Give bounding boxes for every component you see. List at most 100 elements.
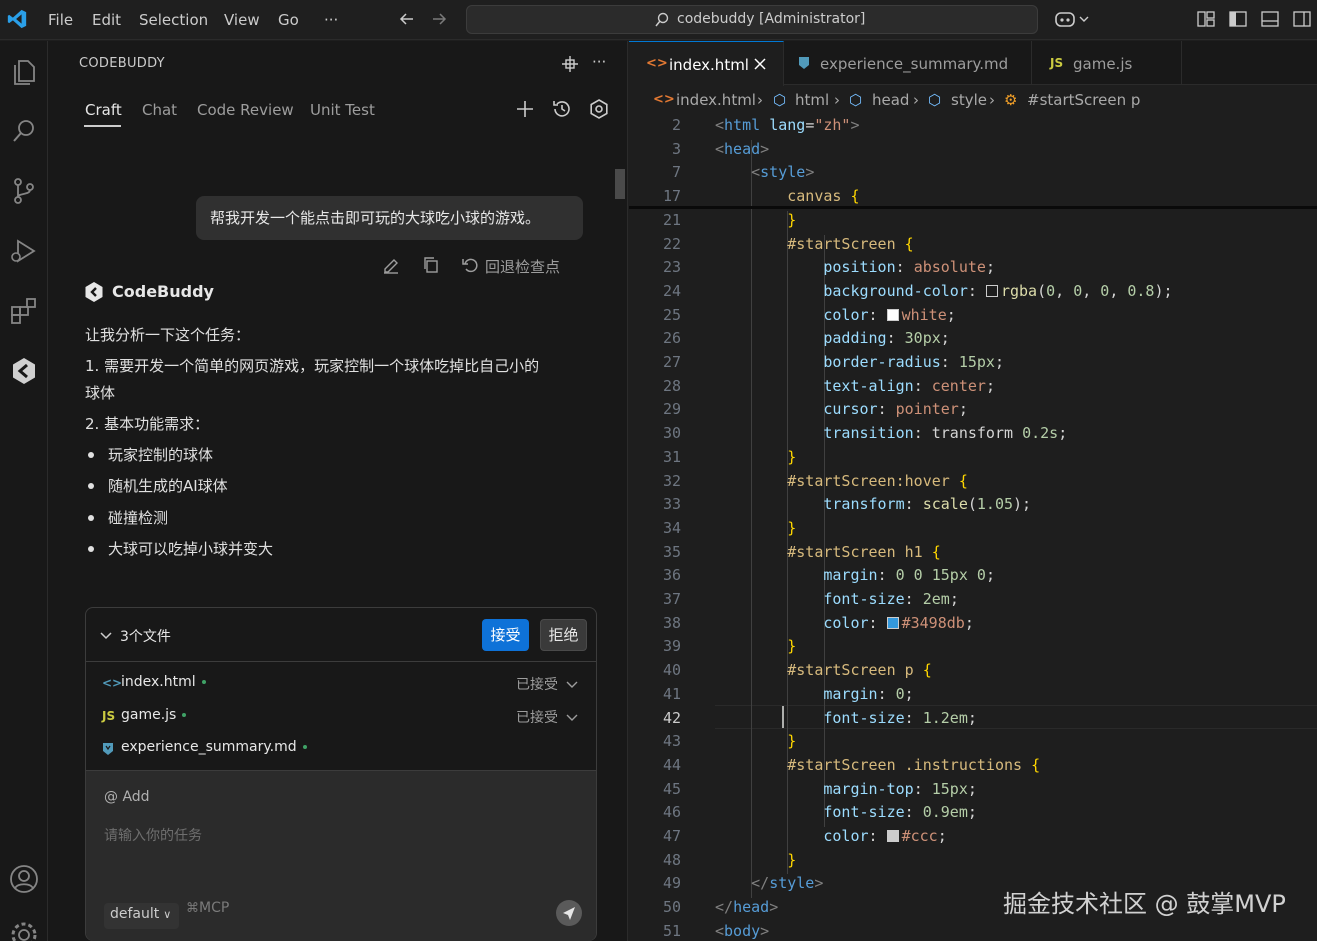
run-debug-icon[interactable] bbox=[8, 235, 40, 267]
line-number: 30 bbox=[662, 424, 681, 443]
line-number: 37 bbox=[662, 590, 681, 608]
codebuddy-panel: CODEBUDDY ··· Craft Chat Code Review Uni… bbox=[48, 41, 628, 941]
chevron-down-icon[interactable] bbox=[566, 679, 578, 691]
command-center[interactable]: codebuddy [Administrator] bbox=[466, 5, 1038, 34]
chevron-down-icon[interactable] bbox=[99, 629, 113, 643]
line-number: 48 bbox=[662, 850, 681, 869]
code-editor[interactable]: <html lang="zh"> <head> <style> canvas { … bbox=[629, 112, 1317, 941]
html-file-icon: <> bbox=[102, 676, 123, 690]
settings-gear-icon[interactable] bbox=[8, 919, 40, 941]
files-count-label: 3个文件 bbox=[120, 629, 171, 645]
accept-all-button[interactable]: 接受 bbox=[482, 619, 529, 651]
copy-message-icon[interactable] bbox=[421, 255, 441, 275]
code-line: cursor: pointer; bbox=[823, 400, 968, 419]
color-swatch[interactable] bbox=[886, 308, 899, 321]
toggle-primary-sidebar-icon[interactable] bbox=[1228, 9, 1248, 29]
line-number: 31 bbox=[662, 447, 681, 466]
text-cursor bbox=[782, 706, 784, 728]
tab-craft-underline bbox=[84, 125, 121, 127]
changed-files-header[interactable]: 3个文件 接受 拒绝 bbox=[86, 608, 596, 662]
chevron-right-icon: › bbox=[989, 91, 995, 109]
color-swatch[interactable] bbox=[886, 830, 899, 842]
tab-code-review[interactable]: Code Review bbox=[197, 101, 294, 119]
line-number: 7 bbox=[671, 163, 681, 182]
history-icon[interactable] bbox=[551, 98, 573, 120]
breadcrumb-item[interactable]: head bbox=[872, 91, 909, 109]
tab-chat[interactable]: Chat bbox=[142, 101, 177, 119]
line-number: 46 bbox=[662, 803, 681, 822]
close-icon[interactable] bbox=[753, 57, 767, 71]
code-line: text-align: center; bbox=[823, 376, 995, 395]
extensions-icon[interactable] bbox=[8, 295, 40, 327]
code-line: } bbox=[787, 447, 797, 466]
search-sidebar-icon[interactable] bbox=[8, 115, 40, 147]
tab-unit-test[interactable]: Unit Test bbox=[310, 101, 375, 119]
line-number: 51 bbox=[662, 921, 681, 940]
search-icon bbox=[655, 12, 669, 27]
tab-craft[interactable]: Craft bbox=[85, 101, 122, 119]
response-item2: 2. 基本功能需求： bbox=[85, 415, 210, 433]
code-line: </head> bbox=[715, 898, 779, 917]
move-panel-icon[interactable] bbox=[560, 54, 580, 74]
breadcrumb-item[interactable]: #startScreen p bbox=[1027, 91, 1140, 109]
forward-arrow-icon[interactable] bbox=[429, 9, 449, 29]
breadcrumb-item[interactable]: html bbox=[795, 91, 829, 109]
menu-view[interactable]: View bbox=[224, 11, 260, 29]
color-swatch[interactable] bbox=[985, 284, 998, 297]
file-status: 已接受 bbox=[516, 710, 558, 726]
mode-select[interactable]: default ∨ bbox=[104, 903, 179, 929]
source-control-icon[interactable] bbox=[8, 175, 40, 207]
file-row[interactable]: JS game.js 已接受 bbox=[86, 701, 596, 733]
new-chat-plus-icon[interactable] bbox=[514, 98, 536, 120]
code-line: position: absolute; bbox=[823, 258, 995, 277]
code-line: } bbox=[787, 210, 797, 229]
chevron-down-icon[interactable] bbox=[566, 712, 578, 724]
reject-all-button[interactable]: 拒绝 bbox=[540, 619, 587, 651]
customize-layout-icon[interactable] bbox=[1196, 9, 1216, 29]
color-swatch[interactable] bbox=[886, 616, 899, 629]
mcp-button[interactable]: ⌘MCP bbox=[186, 900, 229, 916]
tab-experience-summary[interactable]: experience_summary.md bbox=[784, 41, 1032, 85]
chat-scrollbar[interactable] bbox=[615, 169, 625, 199]
accounts-icon[interactable] bbox=[8, 863, 40, 895]
js-file-icon: JS bbox=[1050, 56, 1064, 70]
code-line: canvas { bbox=[787, 187, 860, 206]
user-message: 帮我开发一个能点击即可玩的大球吃小球的游戏。 bbox=[196, 196, 583, 240]
code-line: color: #3498db; bbox=[823, 613, 974, 632]
line-number: 47 bbox=[662, 827, 681, 845]
back-arrow-icon[interactable] bbox=[397, 9, 417, 29]
line-number: 23 bbox=[662, 258, 681, 277]
panel-settings-icon[interactable] bbox=[588, 98, 610, 120]
task-input[interactable]: 请输入你的任务 bbox=[104, 825, 202, 845]
code-line: font-size: 1.2em; bbox=[823, 708, 977, 727]
menu-go[interactable]: Go bbox=[278, 11, 299, 29]
modified-dot bbox=[201, 680, 206, 684]
activity-bar bbox=[0, 41, 48, 941]
tab-index-html[interactable]: <> index.html bbox=[629, 41, 784, 86]
code-line: margin: 0 0 15px 0; bbox=[823, 566, 995, 585]
revert-icon[interactable] bbox=[460, 255, 480, 275]
panel-more-icon[interactable]: ··· bbox=[592, 53, 606, 71]
file-row[interactable]: experience_summary.md bbox=[86, 733, 596, 765]
breadcrumb-item[interactable]: index.html bbox=[676, 91, 756, 109]
breadcrumb-item[interactable]: style bbox=[951, 91, 987, 109]
send-button[interactable] bbox=[556, 900, 582, 926]
revert-checkpoint-label[interactable]: 回退检查点 bbox=[485, 256, 560, 277]
add-context-button[interactable]: @ Add bbox=[104, 789, 150, 805]
task-input-box[interactable]: @ Add 请输入你的任务 default ∨ ⌘MCP bbox=[86, 770, 596, 941]
menu-more[interactable]: ··· bbox=[324, 11, 338, 29]
codebuddy-icon[interactable] bbox=[8, 355, 40, 387]
file-row[interactable]: <> index.html 已接受 bbox=[86, 668, 596, 700]
copilot-icon[interactable] bbox=[1054, 9, 1090, 29]
menu-selection[interactable]: Selection bbox=[139, 11, 208, 29]
menu-file[interactable]: File bbox=[48, 11, 73, 29]
edit-message-icon[interactable] bbox=[381, 255, 401, 275]
code-line: } bbox=[787, 518, 797, 537]
toggle-secondary-sidebar-icon[interactable] bbox=[1292, 9, 1312, 29]
line-number: 3 bbox=[671, 139, 681, 158]
tab-game-js[interactable]: JS game.js bbox=[1032, 41, 1182, 85]
explorer-icon[interactable] bbox=[8, 55, 40, 87]
toggle-panel-icon[interactable] bbox=[1260, 9, 1280, 29]
menu-edit[interactable]: Edit bbox=[92, 11, 121, 29]
line-number: 45 bbox=[662, 779, 681, 798]
